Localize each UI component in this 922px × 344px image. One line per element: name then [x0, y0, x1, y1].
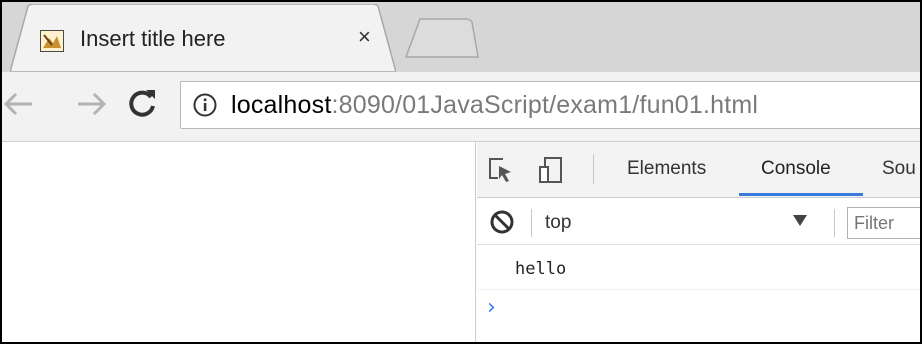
url-path: :8090/01JavaScript/exam1/fun01.html: [331, 91, 759, 119]
page-favicon-icon: [40, 30, 64, 52]
context-select[interactable]: top: [543, 205, 829, 239]
console-prompt[interactable]: ›: [477, 291, 920, 331]
close-icon[interactable]: ×: [358, 26, 371, 48]
console-message-text: hello: [515, 259, 567, 279]
tab-strip: Insert title here ×: [2, 2, 920, 72]
arrow-left-icon[interactable]: [2, 86, 38, 122]
console-message: hello: [477, 246, 920, 290]
reload-icon[interactable]: [124, 86, 160, 122]
new-tab-button[interactable]: [404, 18, 480, 58]
devtools-panel: Elements Console Sou top Filter hello ›: [477, 142, 920, 342]
console-toolbar: top: [477, 199, 920, 245]
toolbar-divider: [531, 209, 532, 237]
browser-toolbar: localhost:8090/01JavaScript/exam1/fun01.…: [2, 72, 920, 142]
arrow-right-icon[interactable]: [72, 86, 108, 122]
browser-tab[interactable]: Insert title here ×: [10, 4, 396, 72]
device-toggle-icon[interactable]: [537, 156, 565, 184]
url-text: localhost:8090/01JavaScript/exam1/fun01.…: [231, 91, 758, 120]
clear-console-icon[interactable]: [489, 209, 515, 235]
dropdown-arrow-icon: [793, 214, 807, 226]
browser-window: Insert title here × localhost:8090/01Jav…: [0, 0, 922, 344]
devtools-tab-bar: Elements Console Sou: [477, 142, 920, 198]
toolbar-divider: [593, 154, 594, 184]
inspect-element-icon[interactable]: [487, 156, 515, 184]
address-bar[interactable]: localhost:8090/01JavaScript/exam1/fun01.…: [180, 81, 920, 129]
tab-console[interactable]: Console: [761, 158, 831, 180]
tab-sources[interactable]: Sou: [882, 158, 916, 180]
active-tab-indicator: [739, 193, 863, 196]
toolbar-divider: [834, 209, 835, 237]
filter-input[interactable]: [847, 207, 920, 239]
tab-title: Insert title here: [80, 26, 226, 51]
url-host: localhost: [231, 91, 332, 119]
page-content: [2, 142, 476, 342]
info-icon[interactable]: [193, 93, 217, 117]
tab-elements[interactable]: Elements: [627, 158, 706, 180]
context-value: top: [545, 212, 572, 233]
prompt-chevron-icon: ›: [487, 295, 496, 320]
